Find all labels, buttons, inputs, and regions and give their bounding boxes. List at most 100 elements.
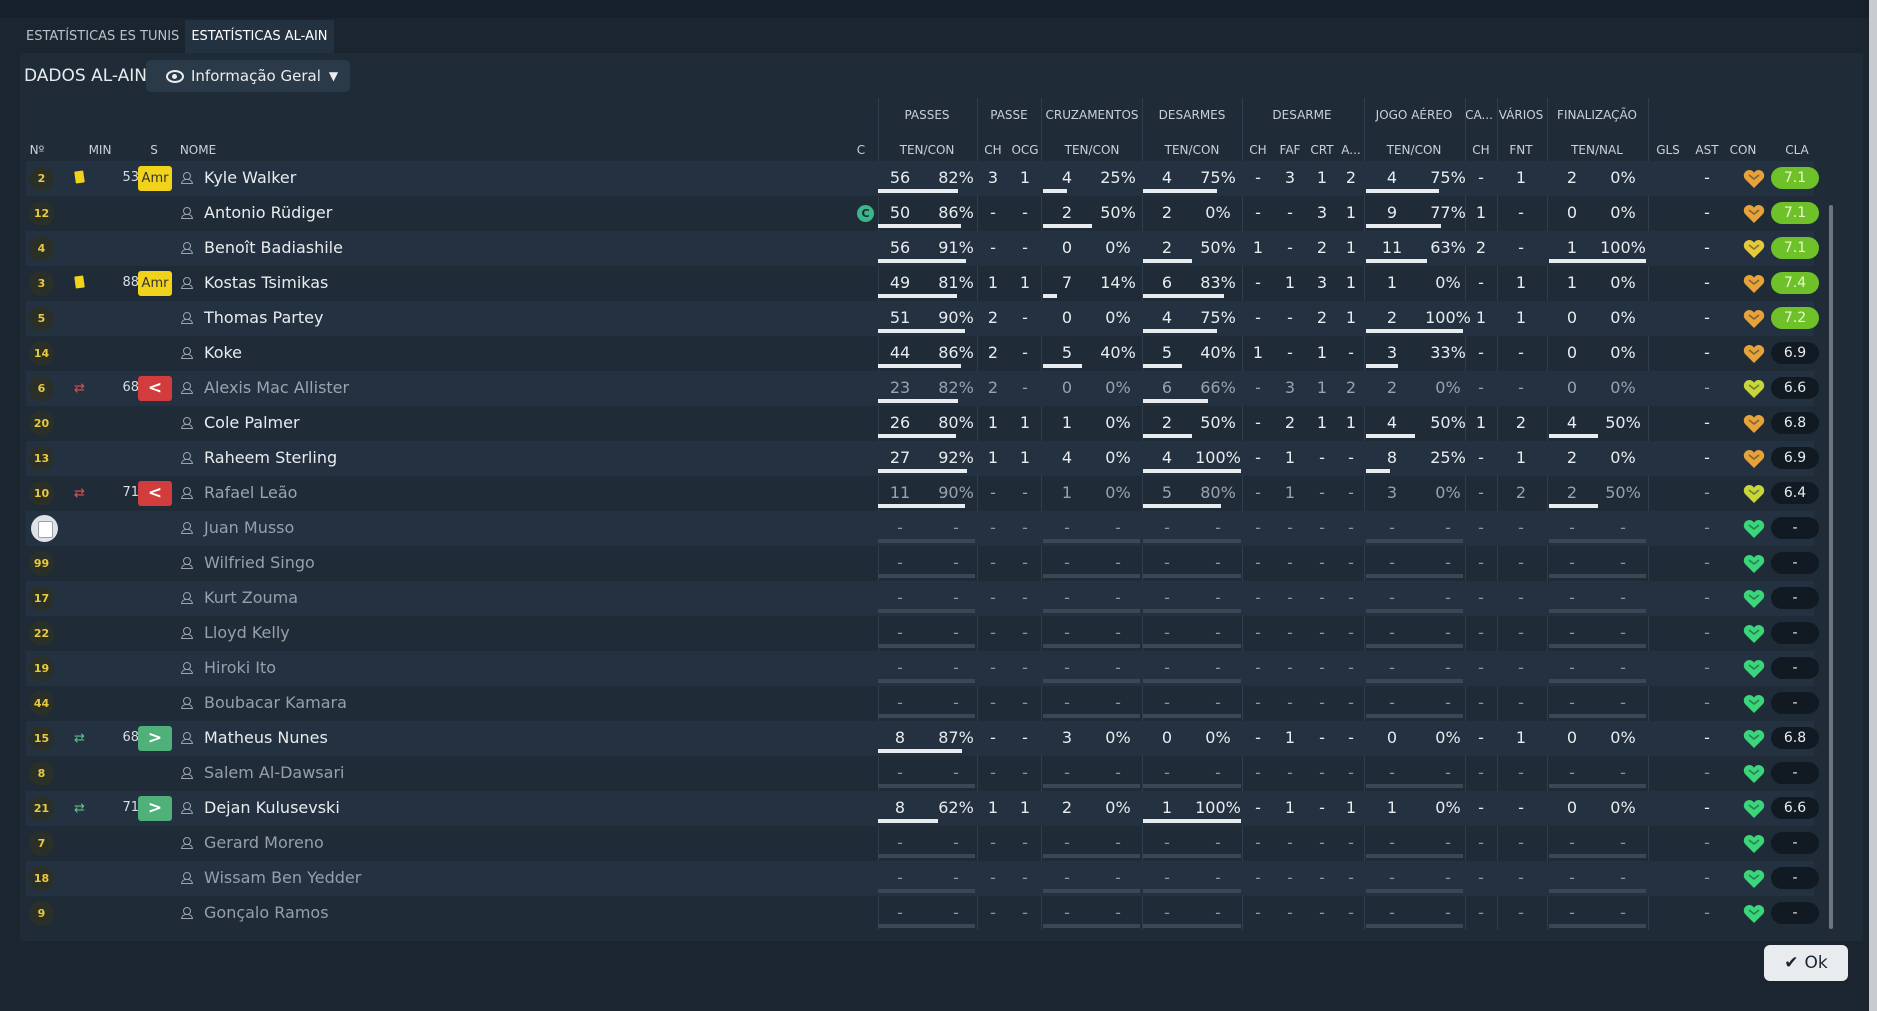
player-profile-icon[interactable] xyxy=(181,382,193,394)
col-header-ten-nal[interactable]: TEN/NAL xyxy=(1571,143,1623,157)
player-name[interactable]: Wissam Ben Yedder xyxy=(204,868,361,887)
player-name[interactable]: Matheus Nunes xyxy=(204,728,328,747)
player-row[interactable]: 22 Lloyd Kelly - - - - - - - - - - - - - - - - - - - - xyxy=(26,616,1819,651)
player-row[interactable]: 4 Benoît Badiashile 56 91% - -0 0% 2 50% 1-2 1 11 63… xyxy=(26,231,1819,266)
player-profile-icon[interactable] xyxy=(181,592,193,604)
view-select-dropdown[interactable]: Informação Geral ▼ xyxy=(146,60,350,92)
player-profile-icon[interactable] xyxy=(181,557,193,569)
headers-attempted: 2 xyxy=(1386,378,1398,397)
player-profile-icon[interactable] xyxy=(181,242,193,254)
player-row[interactable]: 99 Wilfried Singo - - - - - - - - - - - - - - - - - - - - xyxy=(26,546,1819,581)
player-profile-icon[interactable] xyxy=(181,522,193,534)
col-header-aereo-ten-con[interactable]: TEN/CON xyxy=(1387,143,1442,157)
player-row[interactable]: 5 Thomas Partey 51 90% 2-0 0% 4 75% - -2 1 2 100% 1 1 0… xyxy=(26,301,1819,336)
col-header-gls[interactable]: GLS xyxy=(1656,143,1680,157)
tab-stats-es-tunis[interactable]: ESTATÍSTICAS ES TUNIS xyxy=(20,20,185,53)
player-row[interactable]: Juan Musso - - - - - - - - - - - - - - - - - - - - xyxy=(26,511,1819,546)
col-header-desarmes-ten-con[interactable]: TEN/CON xyxy=(1165,143,1220,157)
col-header-desarme-crt[interactable]: CRT xyxy=(1310,143,1333,157)
condition-heart-icon xyxy=(1743,484,1765,504)
player-row[interactable]: 14 Koke 44 86% 2-5 40% 5 40% 1-1-3 33% - -0 0% -6.9 xyxy=(26,336,1819,371)
player-row[interactable]: 8 Salem Al-Dawsari - - - - - - - - - - - - - - - - - - - - xyxy=(26,756,1819,791)
player-row[interactable]: 19 Hiroki Ito - - - - - - - - - - - - - - - - - - - - xyxy=(26,651,1819,686)
player-profile-icon[interactable] xyxy=(181,487,193,499)
tab-stats-al-ain[interactable]: ESTATÍSTICAS AL-AIN xyxy=(185,20,334,53)
player-profile-icon[interactable] xyxy=(181,872,193,884)
col-header-min[interactable]: MIN xyxy=(89,143,112,157)
ok-button[interactable]: ✔ Ok xyxy=(1764,945,1848,981)
player-row[interactable]: 15 ⇄ 68 > Matheus Nunes 8 87% - -3 0% 0 0% -1- -0 0% -1… xyxy=(26,721,1819,756)
vertical-scrollbar[interactable] xyxy=(1829,205,1833,929)
player-name[interactable]: Kurt Zouma xyxy=(204,588,298,607)
col-header-nome[interactable]: NOME xyxy=(180,143,216,157)
player-name[interactable]: Boubacar Kamara xyxy=(204,693,347,712)
player-name[interactable]: Antonio Rüdiger xyxy=(204,203,332,222)
player-row[interactable]: 3 88 Amr Kostas Tsimikas 49 81% 1 1 7 14% 6 83% -1 3 1… xyxy=(26,266,1819,301)
tackles-completion: 80% xyxy=(1200,483,1236,502)
col-header-no[interactable]: Nº xyxy=(30,143,45,157)
player-profile-icon[interactable] xyxy=(181,347,193,359)
player-profile-icon[interactable] xyxy=(181,907,193,919)
col-header-passes-ten-con[interactable]: TEN/CON xyxy=(900,143,955,157)
col-header-ca-ch[interactable]: CH xyxy=(1472,143,1489,157)
player-profile-icon[interactable] xyxy=(181,207,193,219)
player-name[interactable]: Lloyd Kelly xyxy=(204,623,290,642)
player-profile-icon[interactable] xyxy=(181,837,193,849)
player-name[interactable]: Gonçalo Ramos xyxy=(204,903,329,922)
player-row[interactable]: 44 Boubacar Kamara - - - - - - - - - - - - - - - - - - - - xyxy=(26,686,1819,721)
player-name[interactable]: Gerard Moreno xyxy=(204,833,324,852)
player-name[interactable]: Kyle Walker xyxy=(204,168,296,187)
player-profile-icon[interactable] xyxy=(181,312,193,324)
player-profile-icon[interactable] xyxy=(181,172,193,184)
player-name[interactable]: Rafael Leão xyxy=(204,483,297,502)
col-header-ast[interactable]: AST xyxy=(1695,143,1718,157)
player-profile-icon[interactable] xyxy=(181,767,193,779)
col-header-s[interactable]: S xyxy=(150,143,158,157)
player-name[interactable]: Koke xyxy=(204,343,242,362)
player-name[interactable]: Cole Palmer xyxy=(204,413,300,432)
player-profile-icon[interactable] xyxy=(181,627,193,639)
player-name[interactable]: Alexis Mac Allister xyxy=(204,378,349,397)
player-row[interactable]: 9 Gonçalo Ramos - - - - - - - - - - - - - - - - - - - - xyxy=(26,896,1819,931)
player-row[interactable]: 2 53 Amr Kyle Walker 56 82% 3 1 4 25% 4 75% -3 1 2 4 75%… xyxy=(26,161,1819,196)
player-row[interactable]: 10 ⇄ 71 < Rafael Leão 11 90% - -1 0% 5 80% -1- -3 0% -2… xyxy=(26,476,1819,511)
player-profile-icon[interactable] xyxy=(181,802,193,814)
player-row[interactable]: 12 Antonio Rüdiger C 50 86% - -2 50% 2 0% - -3 1 9 77%… xyxy=(26,196,1819,231)
col-header-desarme-faf[interactable]: FAF xyxy=(1280,143,1301,157)
player-name[interactable]: Hiroki Ito xyxy=(204,658,276,677)
stat-bar-track xyxy=(1043,924,1140,928)
player-row[interactable]: 20 Cole Palmer 26 80% 1 1 1 0% 2 50% -2 1 1 4 50% 1 2 4 50… xyxy=(26,406,1819,441)
player-name[interactable]: Wilfried Singo xyxy=(204,553,315,572)
player-profile-icon[interactable] xyxy=(181,417,193,429)
player-name[interactable]: Kostas Tsimikas xyxy=(204,273,328,292)
col-header-passe-ch[interactable]: CH xyxy=(984,143,1001,157)
player-row[interactable]: 21 ⇄ 71 > Dejan Kulusevski 8 62% 1 1 2 0% 1 100% -1-1… xyxy=(26,791,1819,826)
fouls-won: 1 xyxy=(1515,168,1527,187)
player-profile-icon[interactable] xyxy=(181,697,193,709)
player-row[interactable]: 17 Kurt Zouma - - - - - - - - - - - - - - - - - - - - xyxy=(26,581,1819,616)
col-header-desarme-a[interactable]: A... xyxy=(1341,143,1360,157)
player-profile-icon[interactable] xyxy=(181,662,193,674)
col-header-desarme-ch[interactable]: CH xyxy=(1249,143,1266,157)
player-row[interactable]: 18 Wissam Ben Yedder - - - - - - - - - - - - - - - - - - - - xyxy=(26,861,1819,896)
player-name[interactable]: Dejan Kulusevski xyxy=(204,798,340,817)
player-name[interactable]: Benoît Badiashile xyxy=(204,238,343,257)
col-header-fnt[interactable]: FNT xyxy=(1509,143,1532,157)
col-header-con[interactable]: CON xyxy=(1730,143,1757,157)
player-row[interactable]: 6 ⇄ 68 < Alexis Mac Allister 23 82% 2-0 0% 6 66% -3… xyxy=(26,371,1819,406)
col-header-cla[interactable]: CLA xyxy=(1785,143,1809,157)
player-name[interactable]: Raheem Sterling xyxy=(204,448,337,467)
col-header-cruz-ten-con[interactable]: TEN/CON xyxy=(1065,143,1120,157)
player-name[interactable]: Salem Al-Dawsari xyxy=(204,763,344,782)
player-row[interactable]: 7 Gerard Moreno - - - - - - - - - - - - - - - - - - - - xyxy=(26,826,1819,861)
player-name[interactable]: Thomas Partey xyxy=(204,308,323,327)
col-header-c[interactable]: C xyxy=(857,143,865,157)
player-name[interactable]: Juan Musso xyxy=(204,518,294,537)
player-profile-icon[interactable] xyxy=(181,452,193,464)
squad-number: 2 xyxy=(29,166,54,191)
col-header-passe-ocg[interactable]: OCG xyxy=(1011,143,1038,157)
player-row[interactable]: 13 Raheem Sterling 27 92% 1 1 4 0% 4 100% -1- -8 25%… xyxy=(26,441,1819,476)
player-profile-icon[interactable] xyxy=(181,732,193,744)
player-profile-icon[interactable] xyxy=(181,277,193,289)
key-passes: - xyxy=(990,238,996,257)
